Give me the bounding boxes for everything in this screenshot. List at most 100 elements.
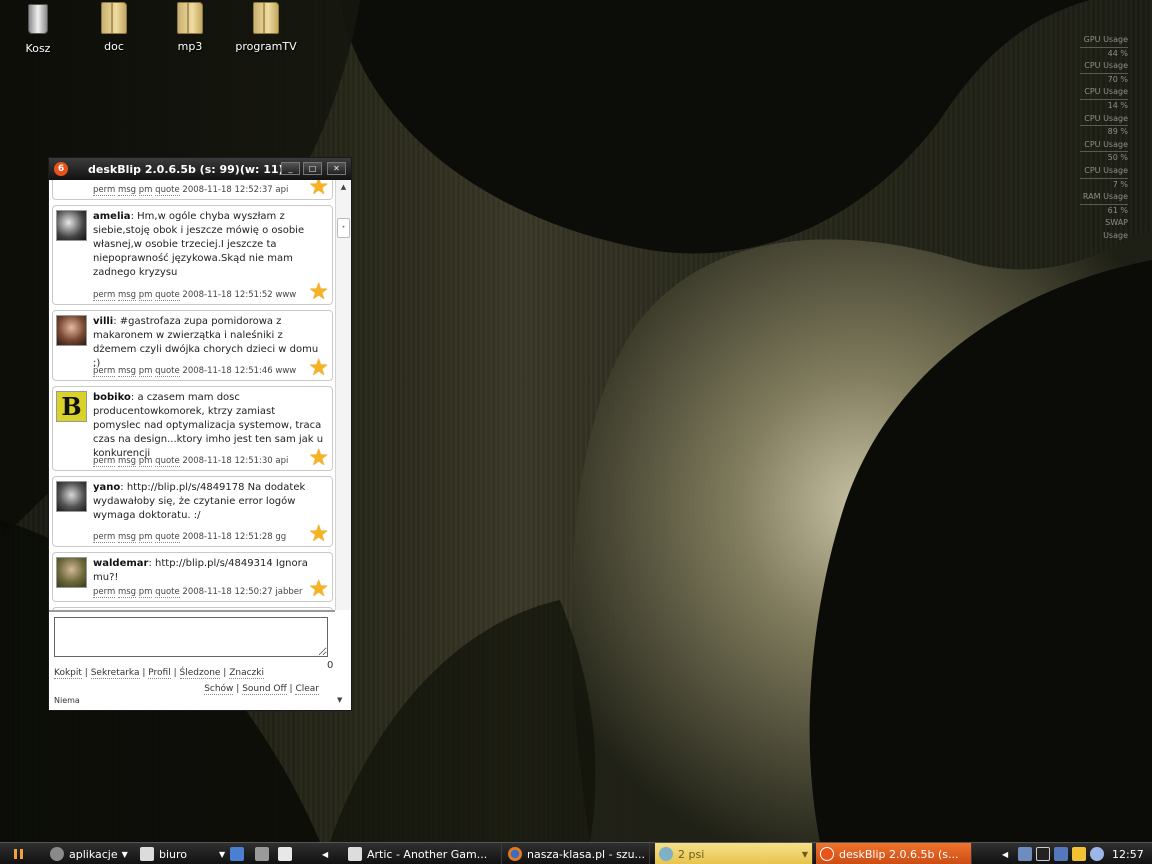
nav-link-sekretarka[interactable]: Sekretarka <box>90 668 140 679</box>
msg-link[interactable]: msg <box>117 456 137 467</box>
pm-link[interactable]: pm <box>138 456 153 467</box>
status-compose-input[interactable] <box>54 617 328 657</box>
favorite-star-icon[interactable]: ★ <box>308 447 329 470</box>
compose-divider <box>49 610 335 612</box>
pm-link[interactable]: pm <box>138 185 153 196</box>
monitor-value: 70 % <box>1080 72 1128 87</box>
msg-link[interactable]: msg <box>117 587 137 598</box>
monitor-label: SWAP Usage <box>1103 218 1128 240</box>
post-username[interactable]: amelia <box>93 211 131 222</box>
pause-icon[interactable] <box>14 843 28 864</box>
close-button[interactable]: ✕ <box>327 162 346 175</box>
office-menu[interactable]: biuro ▼ <box>140 843 230 864</box>
maximize-button[interactable]: □ <box>303 162 322 175</box>
favorite-star-icon[interactable]: ★ <box>308 180 329 199</box>
clock[interactable]: 12:57 <box>1112 843 1148 864</box>
post-username[interactable]: bobiko <box>93 392 131 403</box>
status-post: villi: #gastrofaza zupa pomidorowa z mak… <box>52 310 333 381</box>
perm-link[interactable]: perm <box>93 532 116 543</box>
post-timestamp: 2008-11-18 12:51:28 <box>182 532 273 542</box>
msg-link[interactable]: msg <box>117 290 137 301</box>
post-timestamp: 2008-11-18 12:51:30 <box>182 456 273 466</box>
avatar[interactable] <box>56 210 87 241</box>
volume-icon[interactable] <box>1090 847 1104 861</box>
game-icon <box>348 847 362 861</box>
post-source: api <box>275 185 289 195</box>
perm-link[interactable]: perm <box>93 290 116 301</box>
avatar[interactable] <box>56 481 87 512</box>
quote-link[interactable]: quote <box>155 290 180 301</box>
nav-link-profil[interactable]: Profil <box>148 668 171 679</box>
post-text: #gastrofaza zupa pomidorowa z makaronem … <box>93 316 319 369</box>
post-username[interactable]: villi <box>93 316 113 327</box>
perm-link[interactable]: perm <box>93 185 116 196</box>
scroll-up-arrow-icon[interactable]: ▲ <box>336 180 351 194</box>
post-source: gg <box>275 532 287 542</box>
clock-time: 12:57 <box>1112 847 1144 861</box>
app-tray-icon[interactable] <box>1036 847 1050 861</box>
favorite-star-icon[interactable]: ★ <box>308 281 329 304</box>
folder-icon <box>250 2 282 38</box>
launcher-editor[interactable] <box>278 843 294 864</box>
editor-icon <box>278 847 292 861</box>
monitor-label: CPU Usage <box>1084 87 1128 97</box>
scroll-down-arrow-icon[interactable]: ▼ <box>337 696 342 704</box>
avatar[interactable] <box>56 557 87 588</box>
launcher-package[interactable] <box>255 843 271 864</box>
task-deskblip[interactable]: deskBlip 2.0.6.5b (s... <box>816 843 972 864</box>
quote-link[interactable]: quote <box>155 532 180 543</box>
msg-link[interactable]: msg <box>117 185 137 196</box>
feed-scrollbar[interactable]: ▲ • <box>335 180 351 610</box>
tray-chevron-left-icon[interactable]: ◀ <box>1002 843 1012 864</box>
msg-link[interactable]: msg <box>117 532 137 543</box>
pm-link[interactable]: pm <box>138 532 153 543</box>
status-text: Niema <box>54 696 80 705</box>
quote-link[interactable]: quote <box>155 456 180 467</box>
applications-menu[interactable]: aplikacje ▼ <box>50 843 136 864</box>
pm-link[interactable]: pm <box>138 290 153 301</box>
desktop-icon-mp3[interactable]: mp3 <box>152 2 228 53</box>
monitor-value: 89 % <box>1080 125 1128 139</box>
nav-link-kokpit[interactable]: Kokpit <box>54 668 82 679</box>
status-post: yano: http://blip.pl/s/4849178 Na dodate… <box>52 476 333 547</box>
quote-link[interactable]: quote <box>155 366 180 377</box>
post-username[interactable]: yano <box>93 482 120 493</box>
option-links: Schów | Sound Off | Clear <box>204 684 319 695</box>
folder-icon <box>98 2 130 38</box>
scroll-thumb[interactable]: • <box>337 218 350 238</box>
nav-link-znaczki[interactable]: Znaczki <box>229 668 264 679</box>
quote-link[interactable]: quote <box>155 587 180 598</box>
window-titlebar[interactable]: 6 deskBlip 2.0.6.5b (s: 99)(w: 11) _ □ ✕ <box>49 158 351 180</box>
display-icon[interactable] <box>1054 847 1068 861</box>
nav-link-sledzone[interactable]: Śledzone <box>179 668 221 679</box>
desktop-icon-label: programTV <box>235 40 297 53</box>
desktop-icon-trash[interactable]: Kosz <box>0 2 76 55</box>
minimize-button[interactable]: _ <box>281 162 300 175</box>
desktop-icon-programtv[interactable]: programTV <box>228 2 304 53</box>
favorite-star-icon[interactable]: ★ <box>308 357 329 380</box>
post-body: bobiko: a czasem mam dosc producentowkom… <box>93 392 324 459</box>
task-artic[interactable]: Artic - Another Gam... <box>344 843 502 864</box>
perm-link[interactable]: perm <box>93 587 116 598</box>
desktop-icon-label: doc <box>104 40 124 53</box>
chevron-down-icon: ▼ <box>121 849 128 859</box>
favorite-star-icon[interactable]: ★ <box>308 578 329 601</box>
launcher-browser[interactable] <box>230 843 246 864</box>
perm-link[interactable]: perm <box>93 366 116 377</box>
msg-link[interactable]: msg <box>117 366 137 377</box>
task-firefox[interactable]: nasza-klasa.pl - szu... <box>504 843 650 864</box>
pm-link[interactable]: pm <box>138 366 153 377</box>
favorite-star-icon[interactable]: ★ <box>308 523 329 546</box>
avatar[interactable] <box>56 315 87 346</box>
avatar[interactable]: B <box>56 391 87 422</box>
pm-link[interactable]: pm <box>138 587 153 598</box>
desktop-icon-doc[interactable]: doc <box>76 2 152 53</box>
nav-links: Kokpit | Sekretarka | Profil | Śledzone … <box>54 668 264 679</box>
perm-link[interactable]: perm <box>93 456 116 467</box>
network-icon[interactable] <box>1018 847 1032 861</box>
post-username[interactable]: waldemar <box>93 558 148 569</box>
quote-link[interactable]: quote <box>155 185 180 196</box>
task-psi[interactable]: 2 psi ▼ <box>655 843 813 864</box>
chevron-left-icon[interactable]: ◀ <box>322 843 334 864</box>
update-icon[interactable] <box>1072 847 1086 861</box>
